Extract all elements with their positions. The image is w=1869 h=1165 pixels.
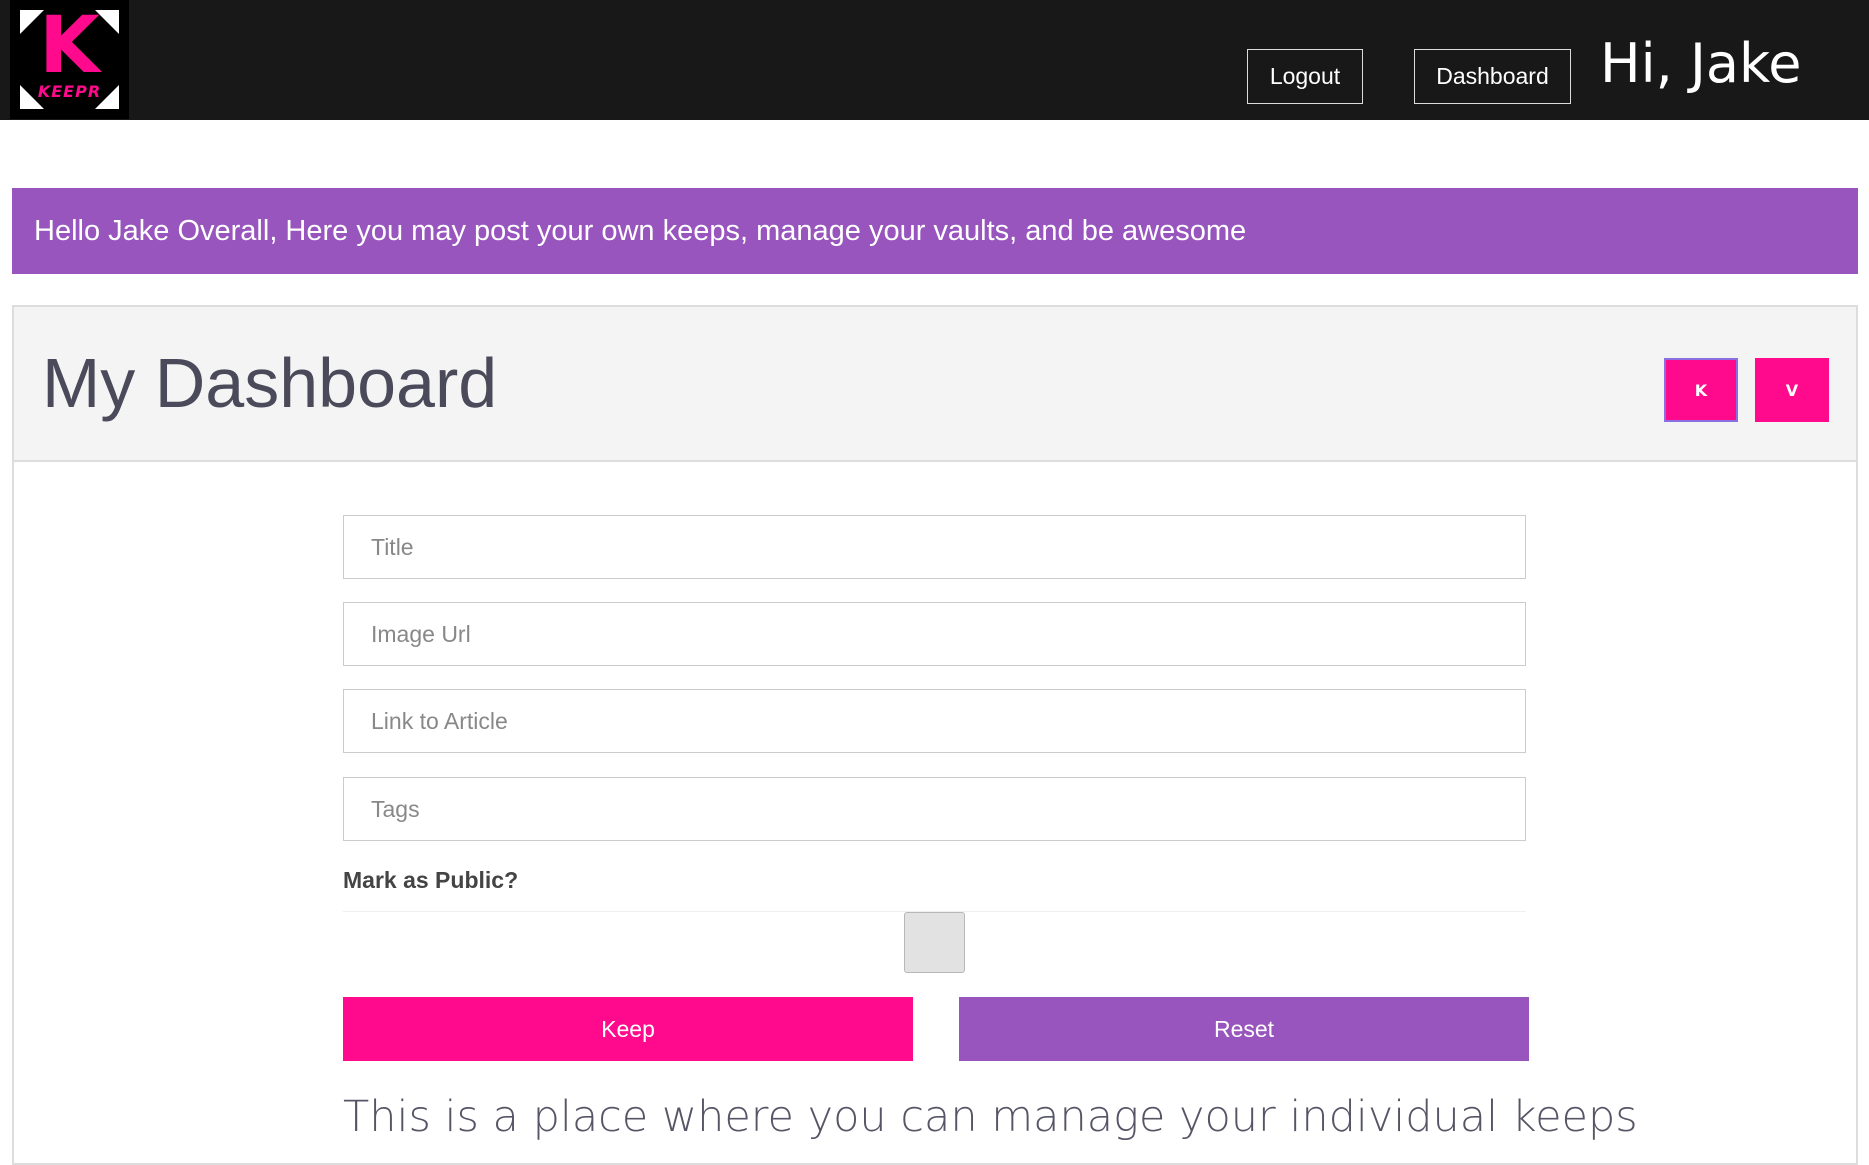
- keep-button[interactable]: Keep: [343, 997, 913, 1061]
- public-checkbox-row: [343, 911, 1526, 989]
- public-checkbox[interactable]: [904, 912, 965, 973]
- logo-letter: K: [39, 1, 100, 91]
- dashboard-button[interactable]: Dashboard: [1414, 49, 1571, 104]
- mark-public-label: Mark as Public?: [343, 867, 519, 893]
- panel-header: My Dashboard K V: [14, 307, 1856, 462]
- dashboard-tagline: This is a place where you can manage you…: [343, 1092, 1638, 1142]
- tags-input[interactable]: [343, 777, 1526, 841]
- vaults-toggle-button[interactable]: V: [1755, 358, 1829, 422]
- article-link-input[interactable]: [343, 689, 1526, 753]
- image-url-input[interactable]: [343, 602, 1526, 666]
- logo-wordmark: KEEPR: [37, 82, 102, 101]
- welcome-banner: Hello Jake Overall, Here you may post yo…: [12, 188, 1858, 274]
- logout-button[interactable]: Logout: [1247, 49, 1363, 104]
- reset-button[interactable]: Reset: [959, 997, 1529, 1061]
- dashboard-panel: My Dashboard K V Mark as Public? Keep Re…: [12, 305, 1858, 1165]
- top-navbar: K KEEPR Logout Dashboard Hi, Jake: [0, 0, 1869, 120]
- title-input[interactable]: [343, 515, 1526, 579]
- keeps-toggle-button[interactable]: K: [1664, 358, 1738, 422]
- user-greeting: Hi, Jake: [1600, 32, 1802, 95]
- page-title: My Dashboard: [42, 344, 498, 422]
- keepr-logo[interactable]: K KEEPR: [10, 0, 129, 119]
